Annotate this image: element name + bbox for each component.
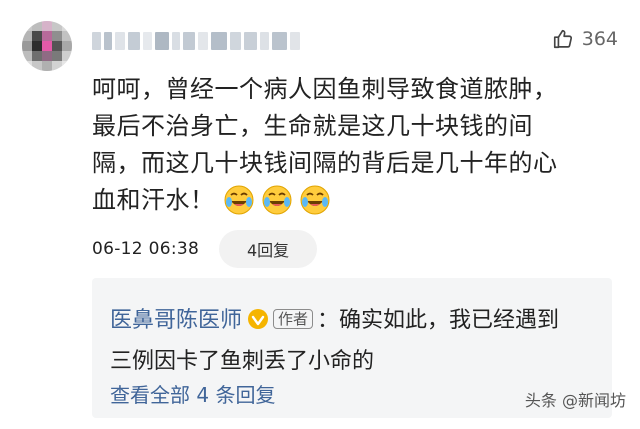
emoji-group xyxy=(223,184,331,227)
comment-line-1: 呵呵，曾经一个病人因鱼刺导致食道脓肿， xyxy=(92,75,558,103)
watermark-text: 头条 @新闻坊 xyxy=(524,391,626,410)
comment-text: 呵呵，曾经一个病人因鱼刺导致食道脓肿， 最后不治身亡，生命就是这几十块钱的间 隔… xyxy=(92,71,620,227)
view-all-replies-link[interactable]: 查看全部 4 条回复 xyxy=(110,379,275,408)
reply-count-button[interactable]: 4回复 xyxy=(219,230,318,268)
comment-line-2: 最后不治身亡，生命就是这几十块钱的间 xyxy=(92,112,533,140)
like-button[interactable]: 364 xyxy=(552,28,618,50)
crying-laugh-emoji xyxy=(299,184,331,227)
username-obscured[interactable] xyxy=(92,32,307,50)
comment-line-3: 隔，而这几十块钱间隔的背后是几十年的心 xyxy=(92,149,558,177)
reply-text-line-1: 确实如此，我已经遇到 xyxy=(339,308,560,333)
avatar[interactable] xyxy=(22,21,72,71)
author-tag-badge: 作者 xyxy=(273,309,314,329)
comment-meta: 06-12 06:38 4回复 xyxy=(92,230,318,268)
thumbs-up-icon xyxy=(552,28,574,50)
reply-text-line-2: 三例因卡了鱼刺丢了小命的 xyxy=(110,349,375,374)
reply-text: 医鼻哥陈医师 作者 ：确实如此，我已经遇到 三例因卡了鱼刺丢了小命的 xyxy=(110,302,600,381)
comment-line-4: 血和汗水！ xyxy=(92,186,215,214)
timestamp: 06-12 06:38 xyxy=(92,239,200,259)
watermark: 头条 @新闻坊 xyxy=(525,387,626,411)
crying-laugh-emoji xyxy=(261,184,293,227)
crying-laugh-emoji xyxy=(223,184,255,227)
like-count: 364 xyxy=(581,28,618,50)
verified-badge-icon xyxy=(247,305,269,343)
reply-separator: ： xyxy=(317,308,340,333)
reply-author-name[interactable]: 医鼻哥陈医师 xyxy=(110,308,242,333)
